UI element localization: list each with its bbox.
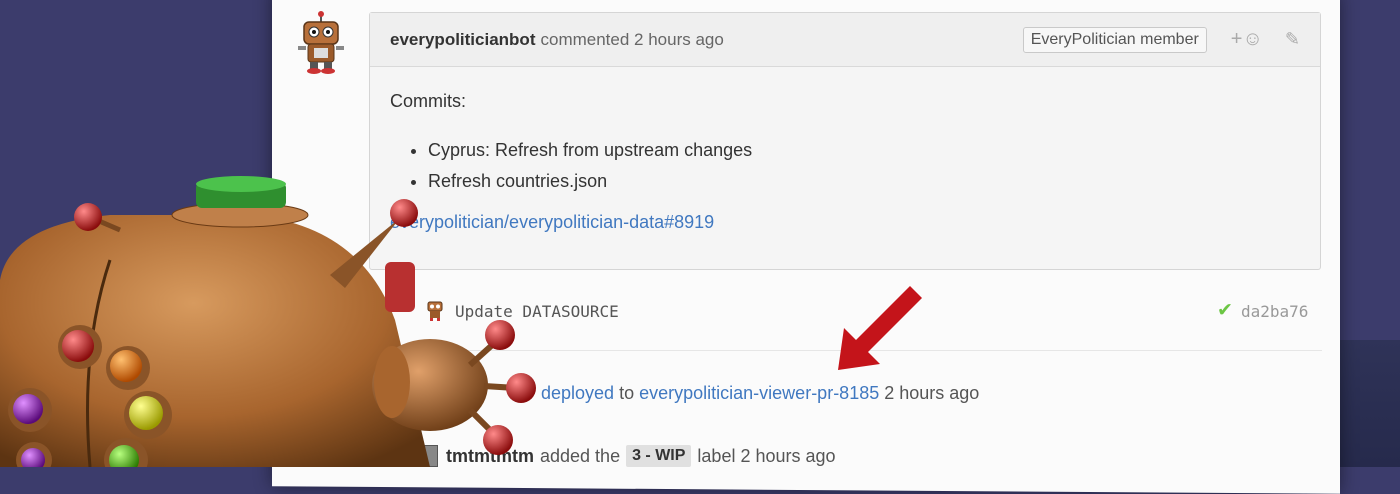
comment-header: everypoliticianbot commented 2 hours ago… [370,13,1320,67]
pencil-icon[interactable]: ✎ [1285,29,1300,50]
add-reaction-plus: + [1230,28,1243,50]
wip-label-badge[interactable]: 3 - WIP [626,445,692,467]
commit-sha[interactable]: da2ba76 [1241,302,1308,321]
member-badge: EveryPolitician member [1022,26,1207,53]
robot-mascot-illustration [0,176,536,467]
deploy-time: 2 hours ago [884,383,980,403]
label-suffix-text: label 2 hours ago [697,445,836,466]
commit-list-item: Cyprus: Refresh from upstream changes [428,140,1300,161]
everypoliticianbot-avatar[interactable] [290,10,352,76]
check-icon: ✔ [1217,299,1233,321]
deploy-event: deployed to everypolitician-viewer-pr-81… [541,383,979,404]
comment-author[interactable]: everypoliticianbot [390,30,535,50]
red-arrow-icon [838,286,922,370]
commits-heading: Commits: [390,91,466,111]
add-reaction-icon[interactable]: +☺ [1231,28,1263,51]
environment-link[interactable]: everypolitician-viewer-pr-8185 [639,383,879,403]
deploy-to-text: to [619,383,635,403]
comment-action: commented 2 hours ago [540,29,724,49]
